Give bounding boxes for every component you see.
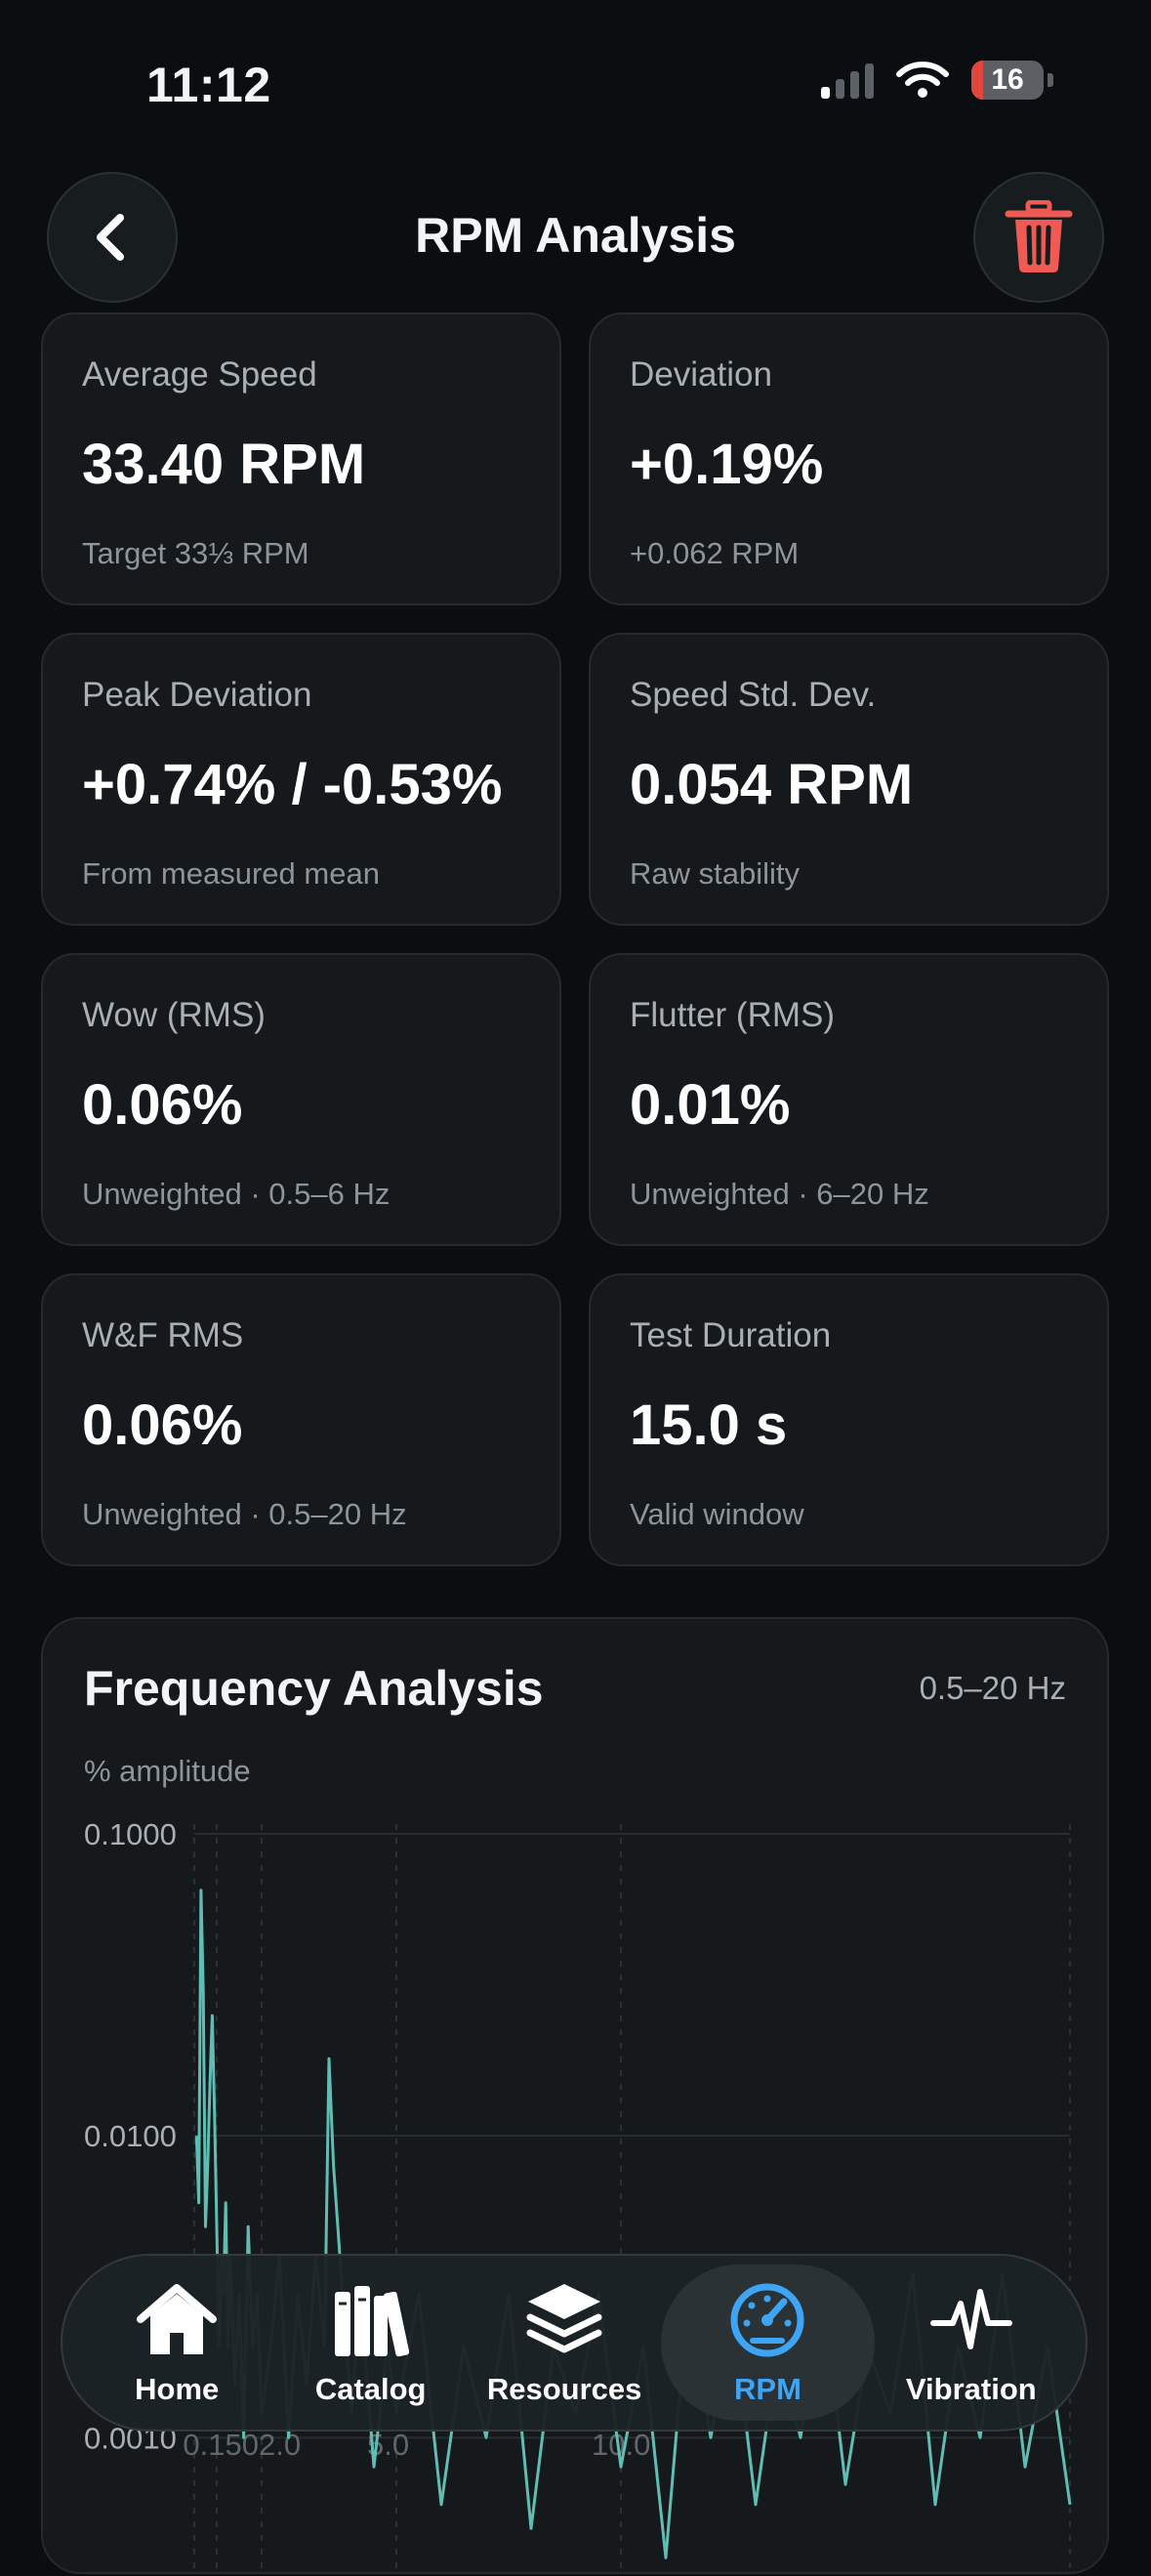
metric-label: Test Duration: [630, 1316, 832, 1354]
metric-value: 33.40 RPM: [82, 433, 366, 496]
wifi-icon: [896, 62, 949, 98]
delete-button[interactable]: [973, 172, 1104, 303]
metric-label: Speed Std. Dev.: [630, 676, 877, 714]
tab-rpm[interactable]: RPM: [661, 2264, 875, 2421]
y-tick-label: 0.1000: [84, 1817, 177, 1851]
tab-bar: Home Catalog Resources RPM Vibration: [61, 2254, 1088, 2431]
metric-card-wf-rms: W&F RMS 0.06% Unweighted · 0.5–20 Hz: [41, 1273, 561, 1566]
metric-value: 0.01%: [630, 1073, 791, 1137]
metric-label: Peak Deviation: [82, 676, 312, 714]
battery-icon: 16: [971, 61, 1044, 100]
tab-label: Catalog: [314, 2372, 427, 2406]
frequency-chart: 0.10000.01000.0010 0.1502.0 5.0 10.0: [84, 1817, 1072, 2576]
battery-cap: [1048, 73, 1053, 87]
metric-value: +0.74% / -0.53%: [82, 753, 503, 816]
trash-icon: [1005, 200, 1073, 272]
metric-value: 0.06%: [82, 1073, 243, 1137]
metric-card-peak-deviation: Peak Deviation +0.74% / -0.53% From meas…: [41, 633, 561, 926]
metrics-grid: Average Speed 33.40 RPM Target 33⅓ RPM D…: [41, 312, 1109, 1566]
metric-card-flutter: Flutter (RMS) 0.01% Unweighted · 6–20 Hz: [589, 953, 1109, 1246]
metric-card-test-duration: Test Duration 15.0 s Valid window: [589, 1273, 1109, 1566]
metric-value: 0.06%: [82, 1393, 243, 1457]
layers-icon: [526, 2284, 602, 2353]
tab-label: RPM: [734, 2372, 802, 2406]
metric-card-average-speed: Average Speed 33.40 RPM Target 33⅓ RPM: [41, 312, 561, 605]
metric-label: Deviation: [630, 355, 772, 394]
gauge-icon: [730, 2283, 804, 2357]
metric-value: 0.054 RPM: [630, 753, 914, 816]
tab-vibration[interactable]: Vibration: [875, 2264, 1068, 2421]
metric-value: +0.19%: [630, 433, 824, 496]
house-icon: [137, 2284, 218, 2354]
battery-level: 16: [991, 63, 1024, 96]
metric-sub: Unweighted · 6–20 Hz: [630, 1177, 929, 1211]
tab-resources[interactable]: Resources: [468, 2264, 661, 2421]
metric-sub: From measured mean: [82, 856, 380, 891]
metric-label: Average Speed: [82, 355, 317, 394]
metric-sub: Unweighted · 0.5–6 Hz: [82, 1177, 391, 1211]
metric-sub: +0.062 RPM: [630, 536, 800, 570]
metric-label: Flutter (RMS): [630, 996, 835, 1034]
x-tick-label: 10.0: [592, 2428, 650, 2462]
tab-catalog[interactable]: Catalog: [273, 2264, 467, 2421]
metric-sub: Unweighted · 0.5–20 Hz: [82, 1497, 407, 1531]
metric-sub: Target 33⅓ RPM: [82, 536, 309, 570]
status-indicators: 16: [821, 61, 1053, 100]
books-icon: [334, 2286, 409, 2357]
tab-label: Vibration: [905, 2372, 1037, 2406]
tab-home[interactable]: Home: [80, 2264, 273, 2421]
metric-label: Wow (RMS): [82, 996, 266, 1034]
pulse-icon: [929, 2289, 1012, 2349]
tab-label: Home: [135, 2372, 220, 2406]
status-time: 11:12: [146, 58, 271, 112]
tab-label: Resources: [486, 2372, 642, 2406]
y-tick-label: 0.0100: [84, 2119, 177, 2153]
metric-sub: Raw stability: [630, 856, 800, 891]
metric-value: 15.0 s: [630, 1393, 788, 1457]
metric-card-deviation: Deviation +0.19% +0.062 RPM: [589, 312, 1109, 605]
metric-card-wow: Wow (RMS) 0.06% Unweighted · 0.5–6 Hz: [41, 953, 561, 1246]
metric-card-speed-std-dev: Speed Std. Dev. 0.054 RPM Raw stability: [589, 633, 1109, 926]
cellular-signal-icon: [821, 62, 874, 99]
metric-sub: Valid window: [630, 1497, 804, 1531]
x-tick-label: 0.1502.0: [183, 2428, 301, 2462]
metric-label: W&F RMS: [82, 1316, 244, 1354]
